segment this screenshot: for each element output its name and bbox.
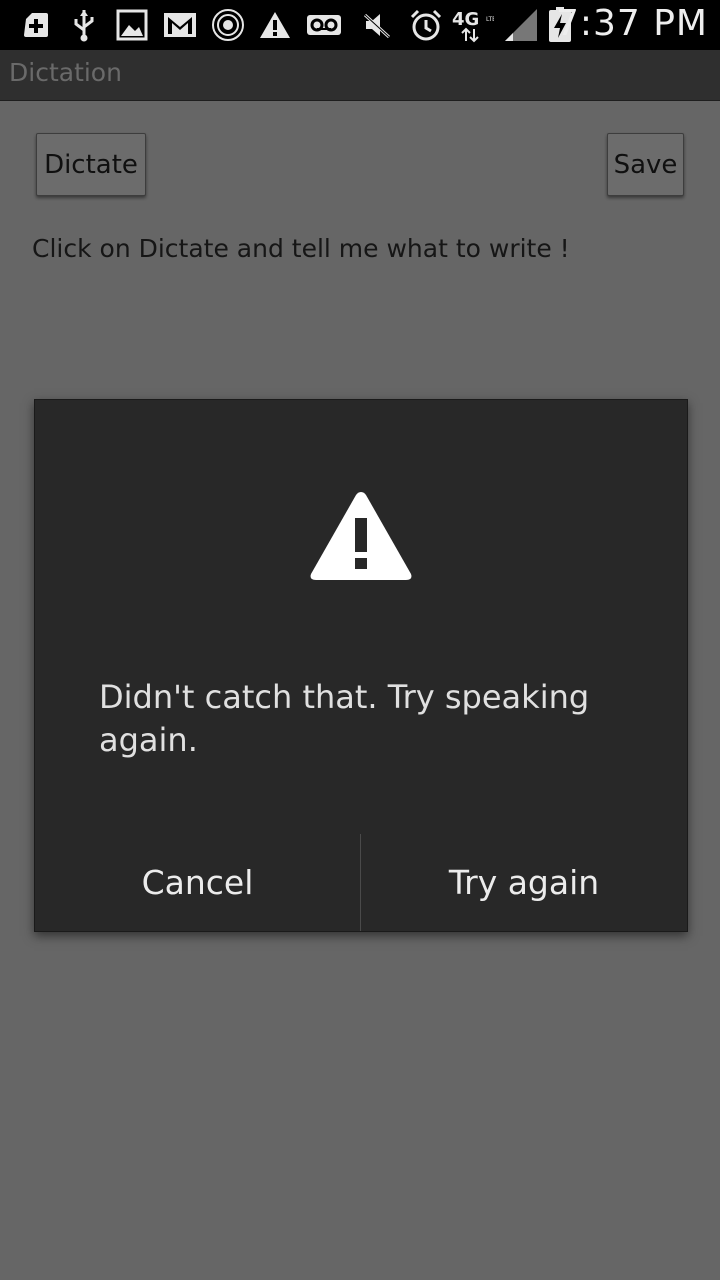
usb-icon <box>70 7 98 43</box>
app-title: Dictation <box>9 58 122 87</box>
image-icon <box>116 7 148 43</box>
alarm-icon <box>409 7 443 43</box>
voicemail-icon <box>306 7 342 43</box>
4g-lte-icon: 4G LTE <box>452 7 494 43</box>
speech-error-dialog: Didn't catch that. Try speaking again. C… <box>34 399 688 932</box>
save-button[interactable]: Save <box>607 133 684 196</box>
dialog-message: Didn't catch that. Try speaking again. <box>99 678 590 759</box>
gmail-icon <box>162 7 198 43</box>
instruction-text: Click on Dictate and tell me what to wri… <box>32 234 570 263</box>
dictate-button[interactable]: Dictate <box>36 133 146 196</box>
add-box-icon <box>22 7 50 43</box>
dialog-button-bar: Cancel Try again <box>35 834 687 931</box>
svg-text:LTE: LTE <box>486 16 494 23</box>
status-bar: 4G LTE 7:37 PM <box>0 0 720 50</box>
action-bar: Dictation <box>0 50 720 101</box>
signal-icon <box>503 7 539 43</box>
try-again-button[interactable]: Try again <box>361 834 687 931</box>
warning-icon <box>308 488 414 582</box>
cancel-button[interactable]: Cancel <box>35 834 360 931</box>
mute-icon <box>362 7 392 43</box>
warning-icon <box>258 7 292 43</box>
clock-time: 7:37 PM <box>555 3 708 44</box>
hotspot-icon <box>211 7 245 43</box>
svg-text:4G: 4G <box>452 9 479 30</box>
